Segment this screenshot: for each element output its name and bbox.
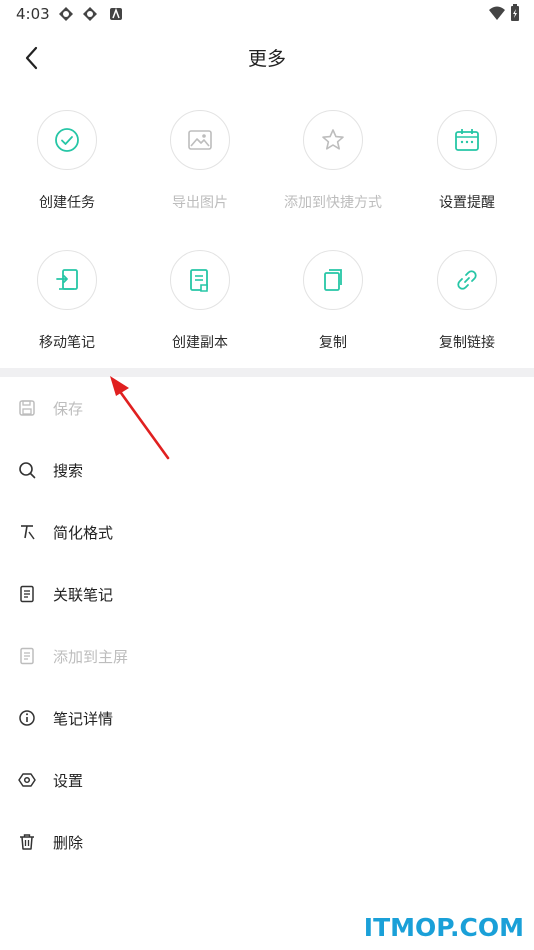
grid-icon-circle bbox=[37, 250, 97, 310]
search-icon bbox=[18, 461, 36, 479]
copy-icon bbox=[324, 269, 342, 291]
list-item-label: 添加到主屏 bbox=[53, 647, 129, 666]
page-title: 更多 bbox=[247, 48, 286, 70]
top-app-bar: 更多 bbox=[0, 28, 534, 88]
list-item-simplify-format[interactable]: 简化格式 bbox=[0, 501, 534, 563]
list-item-save[interactable]: 保存 bbox=[0, 377, 534, 439]
star-icon bbox=[322, 129, 344, 150]
grid-item-add-shortcut[interactable]: 添加到快捷方式 bbox=[266, 110, 400, 212]
grid-item-label: 创建任务 bbox=[39, 195, 95, 211]
grid-icon-circle bbox=[37, 110, 97, 170]
list-item-label: 保存 bbox=[53, 399, 84, 418]
list-item-label: 简化格式 bbox=[53, 523, 114, 542]
list-item-search[interactable]: 搜索 bbox=[0, 439, 534, 501]
grid-item-create-task[interactable]: 创建任务 bbox=[0, 110, 134, 212]
section-divider bbox=[0, 368, 534, 377]
info-icon bbox=[18, 709, 36, 727]
check-circle-icon bbox=[55, 128, 79, 152]
move-note-icon bbox=[56, 269, 78, 290]
grid-item-label: 导出图片 bbox=[172, 195, 228, 211]
list-item-label: 笔记详情 bbox=[53, 709, 114, 728]
settings-icon bbox=[18, 771, 36, 789]
grid-item-create-copy[interactable]: 创建副本 bbox=[133, 250, 267, 352]
list-item-delete[interactable]: 删除 bbox=[0, 811, 534, 873]
grid-icon-circle bbox=[170, 250, 230, 310]
battery-icon bbox=[511, 4, 519, 21]
status-bar: 4:03 bbox=[0, 0, 534, 28]
grid-icon-circle bbox=[437, 110, 497, 170]
grid-item-label: 创建副本 bbox=[172, 335, 228, 351]
trash-icon bbox=[18, 833, 36, 851]
home-screen-icon bbox=[18, 647, 36, 665]
list-item-linked-notes[interactable]: 关联笔记 bbox=[0, 563, 534, 625]
wifi-icon bbox=[489, 6, 505, 20]
status-time: 4:03 bbox=[16, 5, 50, 23]
grid-icon-circle bbox=[303, 110, 363, 170]
list-item-label: 设置 bbox=[53, 771, 84, 790]
calendar-icon bbox=[455, 129, 479, 151]
note-icon bbox=[18, 585, 36, 603]
grid-icon-circle bbox=[170, 110, 230, 170]
app-notification-icon bbox=[110, 7, 122, 20]
list-item-label: 删除 bbox=[53, 833, 84, 852]
image-icon bbox=[188, 130, 212, 150]
grid-item-copy[interactable]: 复制 bbox=[266, 250, 400, 352]
grid-item-set-reminder[interactable]: 设置提醒 bbox=[400, 110, 534, 212]
grid-item-move-note[interactable]: 移动笔记 bbox=[0, 250, 134, 352]
grid-icon-circle bbox=[303, 250, 363, 310]
save-icon bbox=[18, 399, 36, 417]
list-item-note-details[interactable]: 笔记详情 bbox=[0, 687, 534, 749]
list-item-label: 关联笔记 bbox=[53, 585, 114, 604]
list-item-label: 搜索 bbox=[53, 461, 84, 480]
list-item-settings[interactable]: 设置 bbox=[0, 749, 534, 811]
grid-item-label: 设置提醒 bbox=[439, 195, 495, 211]
duplicate-note-icon bbox=[190, 269, 208, 292]
clear-format-icon bbox=[18, 523, 36, 541]
grid-item-label: 复制链接 bbox=[439, 335, 495, 351]
grid-item-label: 移动笔记 bbox=[39, 335, 95, 351]
notification-icon bbox=[59, 7, 73, 21]
watermark: ITMOP.COM bbox=[363, 913, 524, 942]
annotation-arrow-icon bbox=[110, 376, 170, 460]
grid-item-label: 复制 bbox=[319, 335, 347, 351]
grid-icon-circle bbox=[437, 250, 497, 310]
grid-item-export-image[interactable]: 导出图片 bbox=[133, 110, 267, 212]
grid-item-copy-link[interactable]: 复制链接 bbox=[400, 250, 534, 352]
grid-item-label: 添加到快捷方式 bbox=[284, 195, 382, 211]
list-item-add-to-home[interactable]: 添加到主屏 bbox=[0, 625, 534, 687]
notification-icon bbox=[83, 7, 97, 21]
link-icon bbox=[457, 270, 477, 290]
